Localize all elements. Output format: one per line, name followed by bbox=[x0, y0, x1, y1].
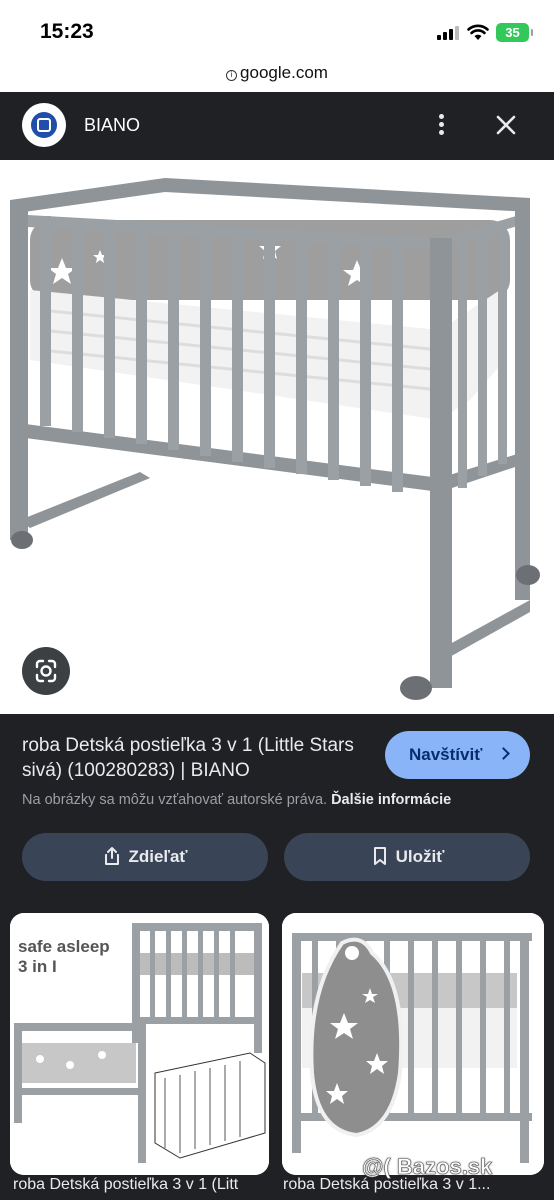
related-overlay-text: safe asleep 3 in I bbox=[18, 937, 110, 977]
visit-label: Navštíviť bbox=[409, 745, 483, 764]
share-icon bbox=[105, 847, 120, 865]
chevron-right-icon bbox=[497, 747, 510, 760]
status-time: 15:23 bbox=[40, 20, 94, 43]
crib-illustration bbox=[0, 160, 554, 714]
save-label: Uložiť bbox=[395, 847, 445, 866]
wifi-icon bbox=[467, 24, 489, 40]
main-product-image[interactable] bbox=[0, 160, 554, 714]
related-caption-1[interactable]: roba Detská postieľka 3 v 1 (Litt bbox=[13, 1176, 238, 1194]
battery-indicator: 35 bbox=[496, 23, 533, 42]
lock-icon: i bbox=[226, 70, 238, 81]
related-crib-illustration-2 bbox=[282, 913, 544, 1175]
related-image-2[interactable] bbox=[282, 913, 544, 1175]
result-title[interactable]: roba Detská postieľka 3 v 1 (Little Star… bbox=[22, 733, 372, 783]
biano-logo bbox=[22, 103, 66, 147]
overlay-line-2: 3 in I bbox=[18, 957, 57, 976]
close-icon[interactable] bbox=[493, 112, 519, 138]
site-name[interactable]: BIANO bbox=[84, 115, 140, 136]
status-bar: 15:23 35 bbox=[0, 0, 554, 62]
url-bar[interactable]: i google.com bbox=[0, 62, 554, 92]
share-label: Zdieľať bbox=[128, 847, 188, 866]
bookmark-icon bbox=[373, 847, 386, 865]
lens-icon[interactable] bbox=[22, 647, 70, 695]
save-button[interactable]: Uložiť bbox=[284, 833, 530, 881]
overlay-line-1: safe asleep bbox=[18, 937, 110, 956]
related-image-1[interactable]: safe asleep 3 in I bbox=[10, 913, 269, 1175]
more-vert-icon[interactable] bbox=[430, 110, 452, 140]
signal-icon bbox=[437, 26, 459, 40]
copyright-notice: Na obrázky sa môžu vzťahovať autorské pr… bbox=[22, 792, 451, 808]
share-button[interactable]: Zdieľať bbox=[22, 833, 268, 881]
watermark: @( Bazos.sk bbox=[362, 1154, 493, 1180]
copyright-text: Na obrázky sa môžu vzťahovať autorské pr… bbox=[22, 792, 328, 808]
result-header: BIANO bbox=[0, 92, 554, 160]
visit-button[interactable]: Navštíviť bbox=[385, 731, 530, 779]
url-text: google.com bbox=[240, 63, 328, 82]
more-info-link[interactable]: Ďalšie informácie bbox=[331, 792, 451, 808]
